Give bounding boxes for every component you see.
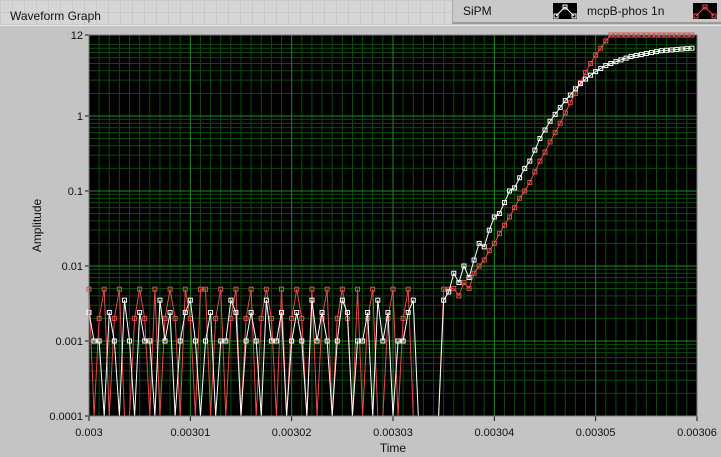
x-tick-label: 0.00305 xyxy=(576,427,616,439)
y-tick-label: 0.1 xyxy=(68,186,83,198)
y-tick-label: 0.001 xyxy=(55,336,83,348)
x-tick-label: 0.00301 xyxy=(170,427,210,439)
y-tick-label: 0.0001 xyxy=(49,411,83,423)
y-tick-label: 0.01 xyxy=(62,261,83,273)
x-axis-label: Time xyxy=(380,441,407,455)
y-tick-label: 12 xyxy=(71,30,83,42)
waveform-chart[interactable]: 0.003 0.00301 0.00302 0.00303 0.00304 0.00305… xyxy=(0,0,721,456)
x-tick-label: 0.00304 xyxy=(474,427,514,439)
x-tick-label: 0.00306 xyxy=(677,427,717,439)
y-axis-label: Amplitude xyxy=(30,199,44,253)
x-tick-label: 0.003 xyxy=(75,427,103,439)
x-tick-label: 0.00303 xyxy=(373,427,413,439)
y-tick-label: 1 xyxy=(77,111,83,123)
x-tick-label: 0.00302 xyxy=(272,427,312,439)
